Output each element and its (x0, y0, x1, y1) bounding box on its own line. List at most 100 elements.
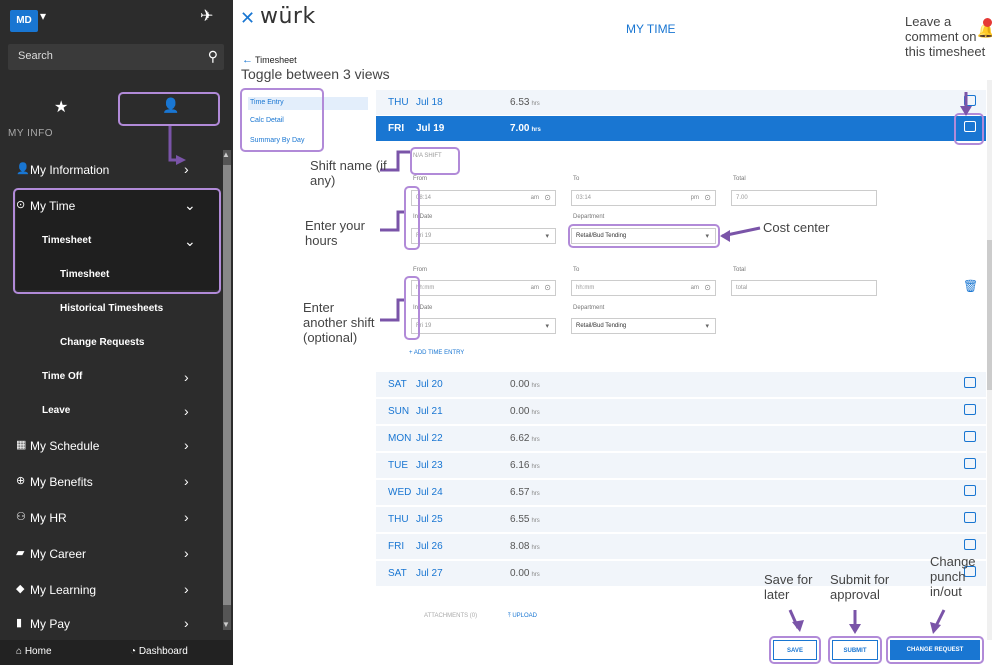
attachments-label: ATTACHMENTS (0) (424, 613, 478, 619)
day-row[interactable]: TUE Jul 23 6.16 hrs (376, 453, 986, 479)
caret-down-icon[interactable]: ▾ (40, 9, 46, 23)
dashboard-icon: ◔ (130, 646, 139, 657)
comment-icon[interactable] (964, 431, 976, 442)
hours-unit: hrs (531, 464, 540, 470)
close-icon[interactable]: ✕ (240, 8, 255, 29)
dashboard-link[interactable]: ◔ Dashboard (130, 646, 188, 657)
field-placeholder: hh:mm (576, 285, 595, 291)
sidebar-bottom-bar: ⌂ Home ◔ Dashboard (0, 640, 233, 665)
scroll-up-icon[interactable]: ▲ (222, 150, 230, 159)
annotation-leave-comment: Leave a comment on this timesheet (905, 14, 986, 59)
annotation-save-later: Save for later (764, 572, 813, 602)
day-row[interactable]: MON Jul 22 6.62 hrs (376, 426, 986, 452)
day-row[interactable]: THU Jul 25 6.55 hrs (376, 507, 986, 533)
comment-icon[interactable] (964, 95, 976, 106)
section-label: MY INFO (8, 128, 53, 139)
day-row[interactable]: FRI Jul 26 8.08 hrs (376, 534, 986, 560)
day-date: Jul 26 (416, 541, 443, 552)
to-time-field[interactable]: 03:14 pm ⊙ (571, 190, 716, 206)
star-icon[interactable]: ★ (54, 97, 68, 117)
sidebar-item-my-benefits[interactable]: ⊕ My Benefits › (0, 464, 222, 500)
in-date-select[interactable]: Fri 19 ▾ (411, 228, 556, 244)
clock-icon[interactable]: ⊙ (704, 283, 711, 292)
sidebar-item-my-information[interactable]: 👤 My Information › (0, 152, 222, 188)
field-placeholder: total (736, 285, 748, 291)
pin-icon[interactable]: ✈ (200, 6, 213, 26)
graduation-cap-icon: ◆ (16, 583, 25, 595)
sidebar-item-my-hr[interactable]: ⚇ My HR › (0, 500, 222, 536)
calendar-icon: ▦ (16, 439, 27, 451)
sidebar-item-my-career[interactable]: ▰ My Career › (0, 536, 222, 572)
sidebar-item-my-pay[interactable]: ▮ My Pay › (0, 606, 222, 642)
comment-icon[interactable] (964, 485, 976, 496)
in-date-select-2[interactable]: Fri 19 ▾ (411, 318, 556, 334)
sidebar-item-leave[interactable]: Leave › (0, 394, 222, 430)
hr-icon: ⚇ (16, 511, 26, 523)
add-time-entry-button[interactable]: + ADD TIME ENTRY (409, 350, 464, 356)
sidebar-item-time-off[interactable]: Time Off › (0, 360, 222, 396)
from-time-field-2[interactable]: hh:mm am ⊙ (411, 280, 556, 296)
user-icon: 👤 (16, 163, 30, 175)
arrow-left-icon: ← (242, 54, 253, 66)
to-label: To (573, 176, 580, 182)
day-date: Jul 21 (416, 406, 443, 417)
to-label: To (573, 267, 580, 273)
day-row[interactable]: SUN Jul 21 0.00 hrs (376, 399, 986, 425)
avatar[interactable]: MD (10, 10, 38, 32)
ampm[interactable]: am (531, 285, 539, 291)
day-row-selected[interactable]: FRI Jul 19 7.00 hrs (376, 116, 986, 142)
clock-icon[interactable]: ⊙ (704, 193, 711, 202)
chevron-right-icon: › (184, 545, 189, 561)
day-hours: 0.00 hrs (510, 568, 540, 579)
day-hours: 7.00 hrs (510, 123, 541, 134)
highlight-my-info-tab (118, 92, 220, 126)
sidebar-item-label: Time Off (42, 371, 83, 382)
sidebar-item-historical-timesheets[interactable]: Historical Timesheets (0, 292, 222, 328)
ampm[interactable]: pm (691, 195, 699, 201)
content-scroll-thumb[interactable] (987, 240, 992, 390)
hours-value: 7.00 (510, 123, 530, 134)
sidebar-item-my-learning[interactable]: ◆ My Learning › (0, 572, 222, 608)
upload-button[interactable]: ⤒ UPLOAD (508, 613, 537, 620)
back-link[interactable]: ← Timesheet (242, 54, 297, 66)
day-date: Jul 24 (416, 487, 443, 498)
ampm[interactable]: am (531, 195, 539, 201)
sidebar-scroll-thumb[interactable] (223, 165, 231, 605)
highlight-save (769, 636, 821, 664)
comment-icon[interactable] (964, 539, 976, 550)
sidebar-item-my-schedule[interactable]: ▦ My Schedule › (0, 428, 222, 464)
search-input[interactable]: Search ⚲ (8, 44, 224, 70)
ampm[interactable]: am (691, 285, 699, 291)
day-row[interactable]: THU Jul 18 6.53 hrs (376, 90, 986, 116)
highlight-hours-bracket (404, 186, 420, 250)
sidebar-item-change-requests[interactable]: Change Requests (0, 326, 222, 362)
day-date: Jul 23 (416, 460, 443, 471)
day-date: Jul 27 (416, 568, 443, 579)
comment-icon[interactable] (964, 377, 976, 388)
sidebar-item-label: My HR (30, 511, 67, 525)
annotation-submit-approval: Submit for approval (830, 572, 890, 602)
benefits-icon: ⊕ (16, 475, 26, 487)
hours-value: 0.00 (510, 379, 530, 390)
day-row[interactable]: WED Jul 24 6.57 hrs (376, 480, 986, 506)
day-hours: 6.57 hrs (510, 487, 540, 498)
comment-icon[interactable] (964, 512, 976, 523)
clock-icon[interactable]: ⊙ (544, 193, 551, 202)
chevron-right-icon: › (184, 437, 189, 453)
day-hours: 6.62 hrs (510, 433, 540, 444)
comment-icon[interactable] (964, 458, 976, 469)
annotation-toggle-views: Toggle between 3 views (241, 66, 390, 82)
scroll-down-icon[interactable]: ▼ (222, 620, 230, 629)
upload-label: UPLOAD (512, 613, 538, 619)
day-row[interactable]: SAT Jul 20 0.00 hrs (376, 372, 986, 398)
from-time-field[interactable]: 08:14 am ⊙ (411, 190, 556, 206)
to-time-field-2[interactable]: hh:mm am ⊙ (571, 280, 716, 296)
search-icon[interactable]: ⚲ (208, 48, 218, 65)
chevron-right-icon: › (184, 581, 189, 597)
comment-icon[interactable] (964, 404, 976, 415)
highlight-my-time (13, 188, 221, 294)
department-select-2[interactable]: Retail/Bud Tending ▾ (571, 318, 716, 334)
home-link[interactable]: ⌂ Home (16, 646, 52, 657)
clock-icon[interactable]: ⊙ (544, 283, 551, 292)
delete-entry-icon[interactable]: 🗑 (963, 279, 978, 293)
